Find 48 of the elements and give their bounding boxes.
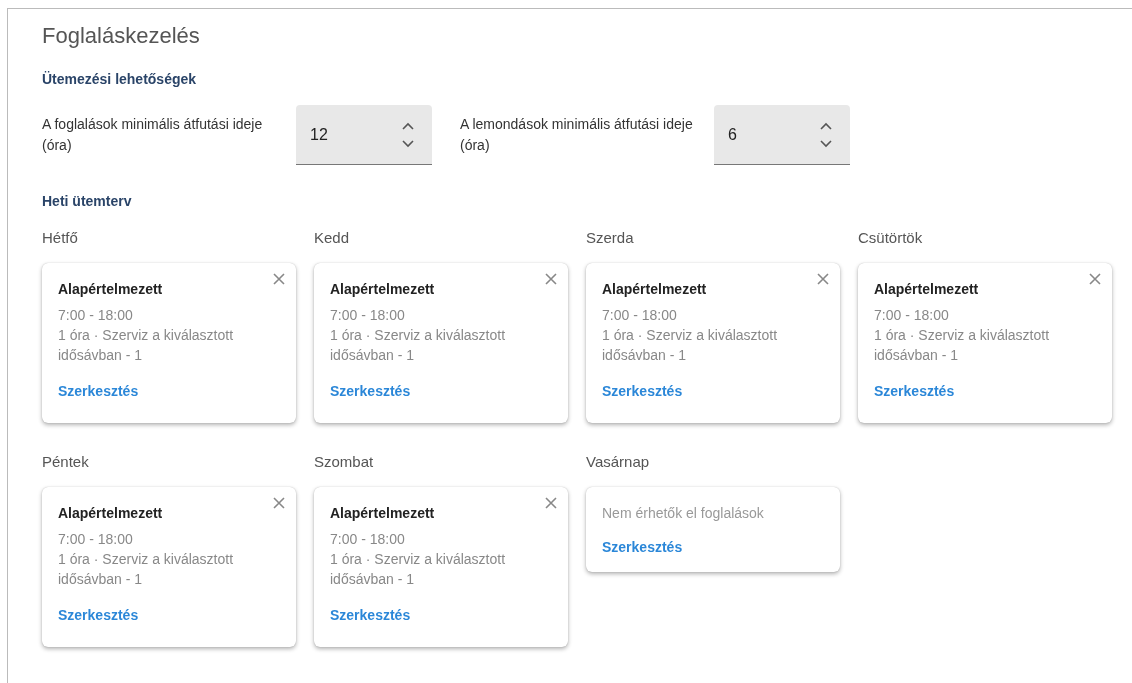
page-title: Foglaláskezelés — [42, 23, 201, 49]
slot-title: Alapértelmezett — [330, 281, 436, 297]
edit-link[interactable]: Szerkesztés — [602, 383, 683, 399]
slot-details: 1 óra · Szerviz a kiválasztott idősávban - 1 — [602, 326, 779, 365]
spinner-arrows-icon[interactable] — [402, 120, 414, 149]
day-label: Vasárnap — [586, 453, 651, 471]
close-icon[interactable] — [817, 273, 829, 285]
time-range: 7:00 - 18:00 — [330, 306, 406, 325]
close-icon[interactable] — [545, 497, 557, 509]
number-input[interactable]: 6 — [714, 105, 850, 165]
slot-title: Alapértelmezett — [58, 281, 164, 297]
edit-link[interactable]: Szerkesztés — [330, 383, 411, 399]
edit-link[interactable]: Szerkesztés — [330, 607, 411, 623]
time-range: 7:00 - 18:00 — [602, 306, 678, 325]
edit-link[interactable]: Szerkesztés — [874, 383, 955, 399]
slot-title: Alapértelmezett — [58, 505, 164, 521]
edit-link[interactable]: Szerkesztés — [58, 383, 139, 399]
day-label: Szombat — [314, 453, 375, 471]
slot-title: Alapértelmezett — [874, 281, 980, 297]
empty-message: Nem érhetők el foglalások — [602, 505, 765, 521]
day-label: Csütörtök — [858, 229, 924, 247]
slot-title: Alapértelmezett — [602, 281, 708, 297]
day-label: Kedd — [314, 229, 351, 247]
field-label: A lemondások minimális átfutási ideje (óra) — [460, 115, 694, 155]
slot-details: 1 óra · Szerviz a kiválasztott idősávban - 1 — [330, 550, 507, 589]
time-range: 7:00 - 18:00 — [874, 306, 950, 325]
edit-link[interactable]: Szerkesztés — [602, 539, 683, 555]
section-heading: Ütemezési lehetőségek — [42, 71, 198, 87]
spinner-arrows-icon[interactable] — [820, 120, 832, 149]
slot-details: 1 óra · Szerviz a kiválasztott idősávban - 1 — [58, 326, 235, 365]
field-label: A foglalások minimális átfutási ideje (óra) — [42, 115, 264, 155]
slot-details: 1 óra · Szerviz a kiválasztott idősávban - 1 — [58, 550, 235, 589]
number-input[interactable]: 12 — [296, 105, 432, 165]
day-label: Péntek — [42, 453, 90, 471]
edit-link[interactable]: Szerkesztés — [58, 607, 139, 623]
time-range: 7:00 - 18:00 — [58, 306, 134, 325]
close-icon[interactable] — [273, 497, 285, 509]
section-heading: Heti ütemterv — [42, 193, 133, 209]
time-range: 7:00 - 18:00 — [58, 530, 134, 549]
slot-details: 1 óra · Szerviz a kiválasztott idősávban - 1 — [874, 326, 1051, 365]
close-icon[interactable] — [273, 273, 285, 285]
close-icon[interactable] — [545, 273, 557, 285]
close-icon[interactable] — [1089, 273, 1101, 285]
slot-details: 1 óra · Szerviz a kiválasztott idősávban - 1 — [330, 326, 507, 365]
day-label: Szerda — [586, 229, 635, 247]
slot-title: Alapértelmezett — [330, 505, 436, 521]
day-label: Hétfő — [42, 229, 79, 247]
time-range: 7:00 - 18:00 — [330, 530, 406, 549]
